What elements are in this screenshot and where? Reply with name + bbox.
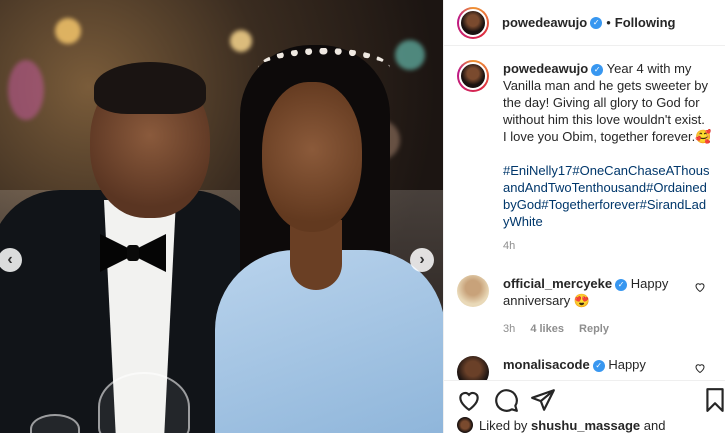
wine-glass <box>98 372 190 433</box>
bowtie <box>100 234 166 272</box>
verified-badge-icon: ✓ <box>591 64 604 76</box>
man-hair <box>94 62 206 114</box>
background-light <box>395 40 425 70</box>
pearl-headband <box>258 48 390 88</box>
comment-item: monalisacode ✓ Happy <box>457 356 712 380</box>
caption: powedeawujo ✓ Year 4 with my Vanilla man … <box>457 60 712 255</box>
separator-dot: • <box>606 15 611 30</box>
caption-username[interactable]: powedeawujo <box>503 61 588 76</box>
following-button[interactable]: Following <box>615 15 676 30</box>
background-light <box>8 60 44 120</box>
bookmark-icon[interactable] <box>702 387 725 413</box>
author-avatar[interactable] <box>457 6 489 39</box>
commenter-avatar[interactable] <box>457 356 489 380</box>
comment-icon[interactable] <box>493 387 519 413</box>
comment-time[interactable]: 3h <box>503 323 515 335</box>
comment-item: official_mercyeke ✓ Happy anniversary 😍 3… <box>457 275 712 338</box>
liker-avatar[interactable] <box>457 417 473 433</box>
post-photo[interactable]: ‹ › <box>0 0 443 433</box>
liked-by-prefix: Liked by <box>479 417 528 433</box>
caption-avatar[interactable] <box>457 60 489 92</box>
share-icon[interactable] <box>530 387 556 413</box>
verified-badge-icon: ✓ <box>592 360 605 372</box>
woman-face <box>262 82 362 232</box>
verified-badge-icon: ✓ <box>590 16 603 29</box>
background-light <box>230 30 252 52</box>
verified-badge-icon: ✓ <box>615 279 628 291</box>
comment-text: Happy <box>608 357 646 372</box>
caption-time[interactable]: 4h <box>503 238 712 255</box>
liked-by-line: Liked by shushu_massage and <box>457 417 665 433</box>
post-actions-bar <box>444 380 725 420</box>
commenter-username[interactable]: monalisacode <box>503 357 590 372</box>
like-comment-heart-icon[interactable] <box>694 281 706 293</box>
caption-hashtags[interactable]: #EniNelly17#OneCanChaseAThousandAndTwoTe… <box>503 162 712 230</box>
reply-button[interactable]: Reply <box>579 323 609 335</box>
chevron-right-icon: › <box>419 251 425 268</box>
commenter-avatar[interactable] <box>457 275 489 307</box>
comment-meta: 3h 4 likes Reply <box>503 321 692 338</box>
like-comment-heart-icon[interactable] <box>694 362 706 374</box>
liked-by-suffix: and <box>643 417 666 433</box>
comment-likes[interactable]: 4 likes <box>530 323 564 335</box>
author-username[interactable]: powedeawujo <box>502 15 587 30</box>
background-light <box>55 18 81 44</box>
commenter-username[interactable]: official_mercyeke <box>503 276 612 291</box>
post-details-panel: powedeawujo ✓ • Following powedeawujo ✓ Y… <box>443 0 725 433</box>
liked-by-user[interactable]: shushu_massage <box>531 418 640 433</box>
heart-icon[interactable] <box>456 387 482 413</box>
post-header: powedeawujo ✓ • Following <box>444 0 725 46</box>
comments-section: powedeawujo ✓ Year 4 with my Vanilla man … <box>444 60 725 380</box>
chevron-left-icon: ‹ <box>7 251 13 268</box>
next-slide-button[interactable]: › <box>410 248 434 272</box>
